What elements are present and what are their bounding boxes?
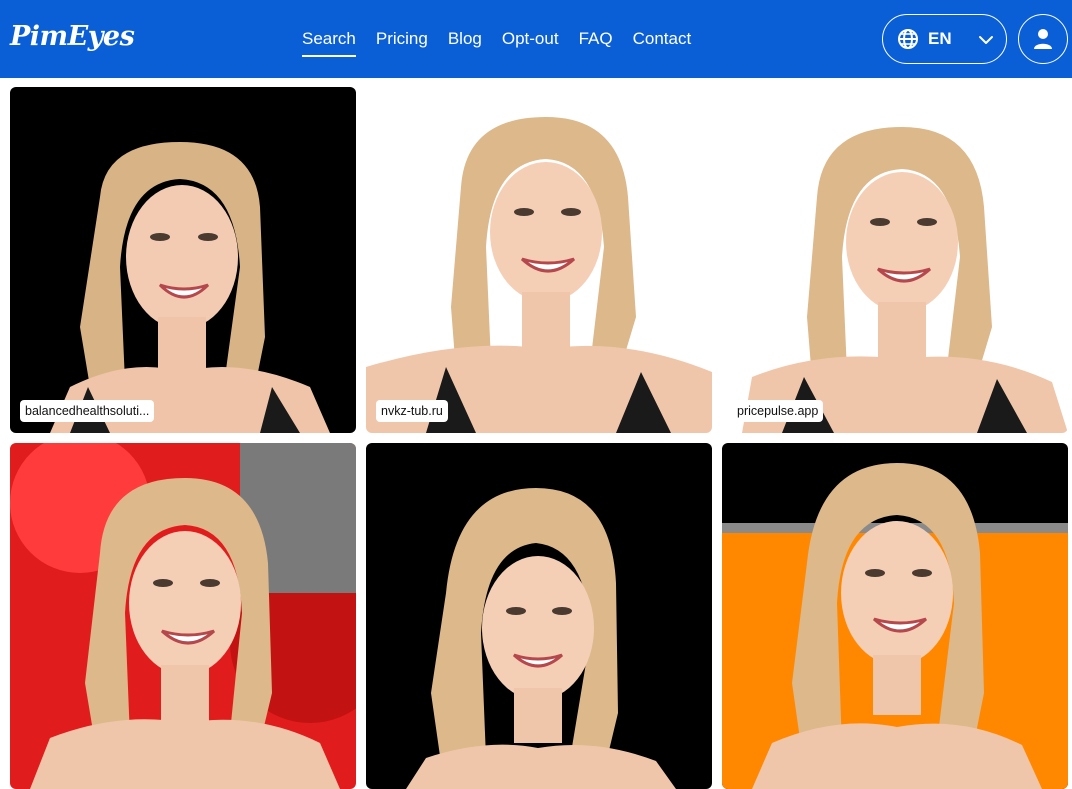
result-card[interactable]	[10, 443, 356, 789]
nav-pricing[interactable]: Pricing	[376, 27, 428, 53]
language-label: EN	[928, 29, 952, 48]
result-photo	[722, 87, 1068, 433]
result-card[interactable]: pricepulse.app	[722, 87, 1068, 433]
result-card[interactable]	[366, 443, 712, 789]
result-photo	[10, 443, 356, 789]
result-photo	[10, 87, 356, 433]
nav-blog[interactable]: Blog	[448, 27, 482, 53]
result-photo	[366, 87, 712, 433]
result-photo	[722, 443, 1068, 789]
result-domain-label: balancedhealthsoluti...	[20, 400, 155, 422]
top-navbar: PimEyes Search Pricing Blog Opt-out FAQ …	[0, 0, 1072, 78]
result-card[interactable]: balancedhealthsoluti...	[10, 87, 356, 433]
result-domain-label: nvkz-tub.ru	[376, 400, 448, 422]
pimeyes-logo[interactable]: PimEyes	[10, 20, 135, 54]
chevron-down-icon	[979, 36, 993, 44]
nav-faq[interactable]: FAQ	[579, 27, 613, 53]
result-card[interactable]: nvkz-tub.ru	[366, 87, 712, 433]
result-domain-label: pricepulse.app	[732, 400, 824, 422]
language-selector[interactable]: EN	[882, 14, 1007, 64]
nav-search[interactable]: Search	[302, 27, 356, 57]
result-card[interactable]	[722, 443, 1068, 789]
result-photo	[366, 443, 712, 789]
globe-icon	[898, 29, 918, 49]
nav-opt-out[interactable]: Opt-out	[502, 27, 559, 53]
user-icon	[1034, 29, 1052, 49]
account-button[interactable]	[1018, 14, 1068, 64]
main-nav: Search Pricing Blog Opt-out FAQ Contact	[302, 27, 692, 57]
nav-contact[interactable]: Contact	[633, 27, 692, 53]
